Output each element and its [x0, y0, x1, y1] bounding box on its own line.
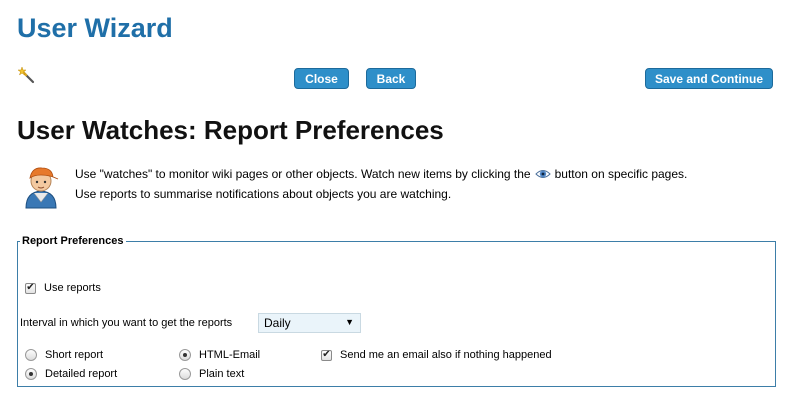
back-button[interactable]: Back — [366, 68, 416, 89]
interval-row: Interval in which you want to get the re… — [20, 317, 232, 329]
short-report-label: Short report — [45, 349, 104, 361]
use-reports-row: ✔ Use reports — [25, 282, 101, 294]
wizard-title: User Wizard — [17, 13, 173, 43]
report-preferences-fieldset: Report Preferences — [17, 235, 776, 387]
save-and-continue-button[interactable]: Save and Continue — [645, 68, 773, 89]
plain-text-radio[interactable] — [179, 368, 191, 380]
report-preferences-legend: Report Preferences — [22, 235, 124, 247]
html-email-option[interactable]: HTML-Email — [179, 349, 260, 361]
interval-label: Interval in which you want to get the re… — [20, 317, 233, 329]
use-reports-label: Use reports — [44, 282, 101, 294]
intro-text-part-1: Use "watches" to monitor wiki pages or o… — [75, 167, 531, 181]
plain-text-label: Plain text — [199, 368, 245, 380]
intro-line-1: Use "watches" to monitor wiki pages or o… — [75, 164, 687, 184]
interval-select[interactable]: Daily ▼ — [258, 313, 361, 333]
intro-line-2: Use reports to summarise notifications a… — [75, 187, 452, 201]
intro-text-part-2: button on specific pages. — [554, 167, 688, 181]
radio-selected-dot — [183, 353, 187, 357]
intro-text: Use "watches" to monitor wiki pages or o… — [75, 164, 687, 204]
short-report-option[interactable]: Short report — [25, 349, 103, 361]
empty-email-row: ✔ Send me an email also if nothing happe… — [321, 349, 552, 361]
detailed-report-label: Detailed report — [45, 368, 118, 380]
detailed-report-option[interactable]: Detailed report — [25, 368, 117, 380]
empty-email-checkbox[interactable]: ✔ — [321, 349, 332, 361]
detailed-report-radio[interactable] — [25, 368, 37, 380]
user-avatar-icon — [25, 167, 59, 209]
radio-selected-dot — [29, 372, 33, 376]
plain-text-option[interactable]: Plain text — [179, 368, 244, 380]
interval-select-value: Daily — [264, 316, 291, 330]
dropdown-arrow-icon: ▼ — [345, 317, 354, 327]
page-title: User Watches: Report Preferences — [17, 115, 444, 145]
html-email-radio[interactable] — [179, 349, 191, 361]
empty-email-label: Send me an email also if nothing happene… — [340, 349, 552, 361]
short-report-radio[interactable] — [25, 349, 37, 361]
magic-wand-icon — [18, 66, 35, 84]
use-reports-checkbox[interactable]: ✔ — [25, 282, 36, 294]
close-button[interactable]: Close — [294, 68, 349, 89]
eye-icon — [534, 170, 551, 178]
html-email-label: HTML-Email — [199, 349, 261, 361]
